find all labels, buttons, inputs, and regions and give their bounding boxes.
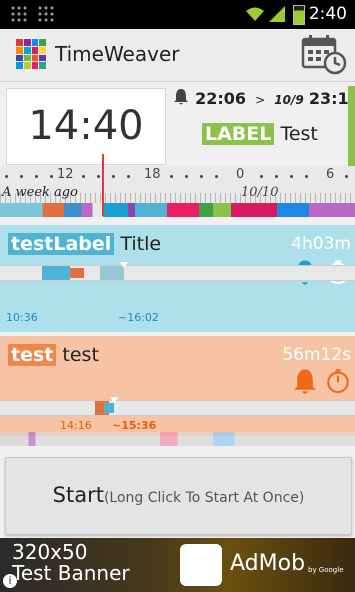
- label-color-bar: [348, 86, 355, 166]
- start-button-label: Start: [52, 483, 104, 507]
- start-button[interactable]: Start(Long Click To Start At Once): [5, 457, 352, 535]
- admob-logo-icon: [180, 544, 222, 586]
- app-logo-icon: [16, 39, 46, 69]
- alarm-date: 10/9: [274, 93, 304, 107]
- alarm-summary: 22:06 > 10/9 23:15: [172, 88, 355, 108]
- task-actions: [291, 368, 351, 398]
- next-label-text: Test: [280, 123, 318, 145]
- ruler-tick-6: 6: [326, 167, 335, 182]
- ad-by-google: by Google: [308, 566, 344, 574]
- task-timeline-track: [0, 397, 355, 416]
- next-task-label: LABEL Test: [202, 123, 318, 145]
- start-button-hint: (Long Click To Start At Once): [103, 490, 305, 506]
- task-title: test test: [8, 344, 99, 366]
- stopwatch-icon[interactable]: [325, 368, 351, 394]
- task-start-time: 10:36: [6, 311, 38, 324]
- wifi-icon: [246, 7, 264, 21]
- current-clock-panel[interactable]: 14:40: [6, 88, 166, 165]
- status-bar: 2:40: [0, 0, 355, 29]
- ruler-left-label: A week ago: [2, 185, 78, 200]
- ad-info-icon[interactable]: i: [3, 574, 17, 588]
- task-start-time: 14:16: [60, 419, 92, 432]
- app-title: TimeWeaver: [55, 42, 180, 66]
- ad-brand: AdMob: [230, 551, 306, 576]
- ad-size-line2: Test Banner: [12, 561, 130, 585]
- task-timeline-track: [0, 262, 355, 281]
- task-title: testLabel Title: [8, 233, 161, 255]
- ruler-tick-12: 12: [57, 167, 74, 182]
- ruler-right-label: 10/10: [241, 185, 279, 200]
- task-end-time: ~15:36: [112, 419, 157, 432]
- task-duration: 4h03m: [291, 234, 351, 254]
- calendar-clock-icon[interactable]: [301, 33, 347, 75]
- notification-grid-icon: [10, 5, 28, 23]
- signal-icon: [269, 6, 285, 22]
- ruler-tick-18: 18: [144, 167, 161, 182]
- ad-banner[interactable]: 320x50 Test Banner AdMob by Google: [0, 538, 355, 592]
- timeline-blocks: [0, 432, 355, 446]
- timeline-ruler[interactable]: 12 18 0 6 A week ago 10/10: [0, 166, 355, 204]
- task-card[interactable]: test test 56m12s 14:16 ~15:36: [0, 336, 355, 436]
- task-name: Title: [120, 233, 162, 255]
- status-time: 2:40: [308, 4, 347, 24]
- notification-grid-icon: [37, 5, 55, 23]
- alarm-bell-icon: [174, 89, 188, 105]
- task-name: test: [62, 344, 99, 366]
- alarm-bell-icon[interactable]: [291, 368, 319, 396]
- current-clock: 14:40: [28, 103, 144, 149]
- task-label-tag: testLabel: [8, 233, 115, 255]
- app-bar: TimeWeaver: [0, 29, 355, 82]
- alarm-time: 22:06: [195, 89, 247, 108]
- ad-size-text: 320x50 Test Banner: [12, 542, 130, 584]
- task-duration: 56m12s: [282, 345, 351, 365]
- battery-icon: [293, 5, 305, 25]
- task-label-tag: test: [8, 344, 57, 366]
- current-time-marker: [102, 154, 104, 216]
- timeline-blocks: [0, 203, 355, 217]
- task-end-time: ~16:02: [118, 311, 159, 324]
- task-card[interactable]: testLabel Title 4h03m 10:36 ~16:02: [0, 225, 355, 332]
- ruler-tick-0: 0: [236, 167, 245, 182]
- alarm-arrow: >: [255, 93, 266, 107]
- next-label-tag: LABEL: [202, 123, 275, 145]
- ad-size-line1: 320x50: [12, 540, 88, 564]
